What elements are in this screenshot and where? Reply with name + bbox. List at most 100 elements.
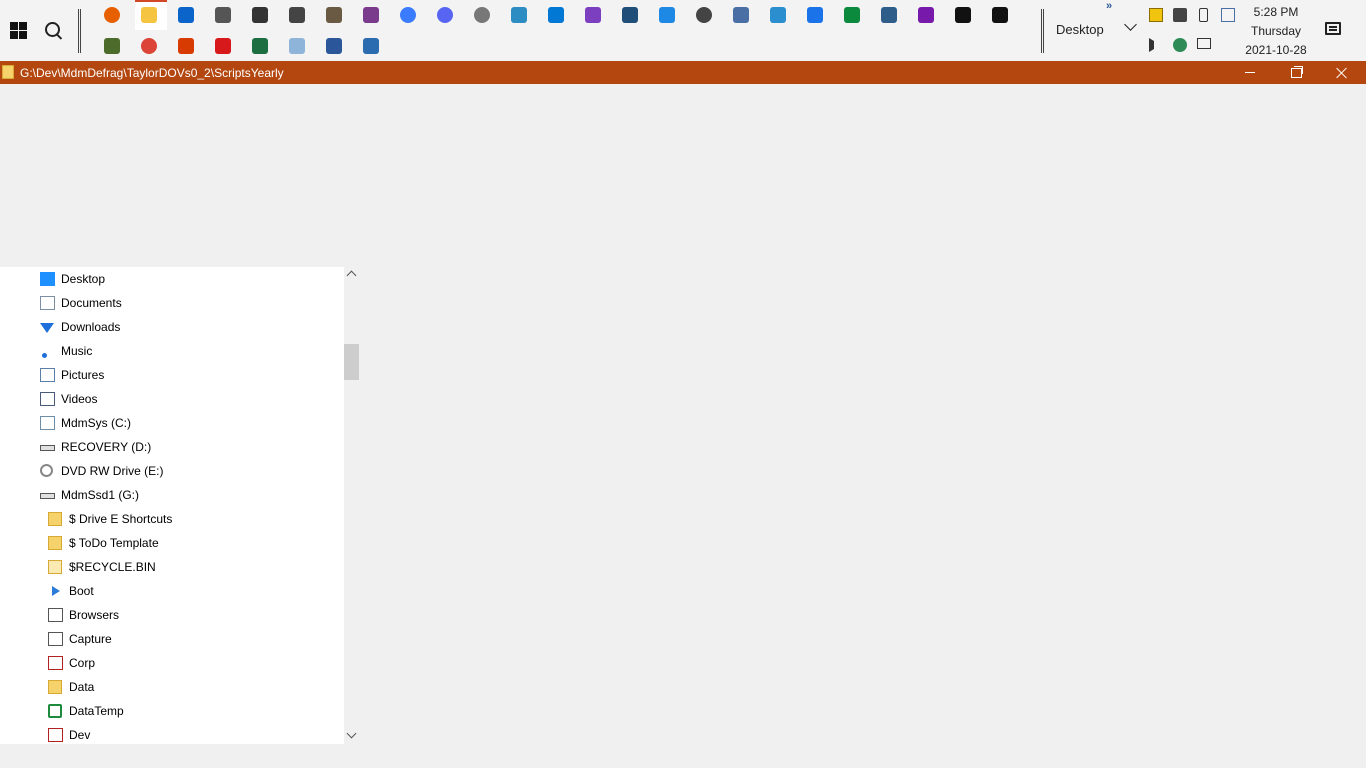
onenote-icon[interactable] bbox=[918, 7, 934, 23]
nav-item[interactable]: Boot bbox=[0, 579, 344, 603]
network-icon[interactable] bbox=[733, 7, 749, 23]
gimp-icon[interactable] bbox=[326, 7, 342, 23]
navigation-scrollbar[interactable] bbox=[344, 267, 359, 744]
scanner-tray-icon[interactable] bbox=[1173, 8, 1187, 22]
clock-app-icon[interactable] bbox=[474, 7, 490, 23]
remote-desktop-icon[interactable] bbox=[881, 7, 897, 23]
nav-item[interactable]: MdmSys (C:) bbox=[0, 411, 344, 435]
music-note-icon bbox=[42, 353, 47, 358]
scroll-down-arrow-icon[interactable] bbox=[346, 728, 357, 739]
nav-item[interactable]: Documents bbox=[0, 291, 344, 315]
clock-day: Thursday bbox=[1250, 24, 1302, 38]
winrar-icon[interactable] bbox=[363, 7, 379, 23]
todo-check-icon[interactable] bbox=[807, 7, 823, 23]
nav-item-label: Downloads bbox=[61, 320, 121, 334]
nav-item[interactable]: DVD RW Drive (E:) bbox=[0, 459, 344, 483]
folder-icon bbox=[48, 680, 62, 694]
nav-item[interactable]: $ Drive E Shortcuts bbox=[0, 507, 344, 531]
volume-icon[interactable] bbox=[1149, 38, 1161, 52]
nav-item[interactable]: Desktop bbox=[0, 267, 344, 291]
nav-item-label: DataTemp bbox=[69, 704, 124, 718]
chevron-down-icon[interactable] bbox=[1124, 18, 1137, 31]
camera-icon[interactable] bbox=[289, 7, 305, 23]
restore-button[interactable] bbox=[1273, 61, 1319, 84]
minimize-button[interactable] bbox=[1227, 61, 1273, 84]
nav-item[interactable]: Dev bbox=[0, 723, 344, 744]
dev-icon bbox=[48, 728, 63, 742]
nav-item[interactable]: Pictures bbox=[0, 363, 344, 387]
drive-icon bbox=[40, 445, 55, 451]
nav-item[interactable]: Capture bbox=[0, 627, 344, 651]
palm-tree-icon[interactable] bbox=[104, 38, 120, 54]
document-icon[interactable] bbox=[363, 38, 379, 54]
navigation-pane[interactable]: Desktop Documents Downloads Music Pictures Vi… bbox=[0, 267, 344, 744]
discord-icon[interactable] bbox=[437, 7, 453, 23]
nav-item[interactable]: DataTemp bbox=[0, 699, 344, 723]
nav-item[interactable]: Videos bbox=[0, 387, 344, 411]
boot-arrow-icon bbox=[52, 586, 60, 596]
nav-item[interactable]: RECOVERY (D:) bbox=[0, 435, 344, 459]
window-title-bar[interactable]: G:\Dev\MdmDefrag\TaylorDOVs0_2\ScriptsYe… bbox=[0, 61, 1366, 84]
nav-item-label: Music bbox=[61, 344, 93, 358]
tiles-icon[interactable] bbox=[659, 7, 675, 23]
excel-icon[interactable] bbox=[252, 38, 268, 54]
nav-item[interactable]: $ ToDo Template bbox=[0, 531, 344, 555]
acrobat-icon[interactable] bbox=[215, 38, 231, 54]
nav-item[interactable]: Music bbox=[0, 339, 344, 363]
dvd-drive-icon bbox=[40, 464, 53, 477]
file-explorer-icon[interactable] bbox=[141, 7, 157, 23]
nav-item[interactable]: Browsers bbox=[0, 603, 344, 627]
outlook-icon[interactable] bbox=[178, 7, 194, 23]
vscode-icon[interactable] bbox=[548, 7, 564, 23]
overflow-chevron-icon[interactable]: » bbox=[1106, 0, 1112, 12]
drive-icon bbox=[40, 493, 55, 499]
close-button[interactable] bbox=[1319, 61, 1365, 84]
nav-item[interactable]: Downloads bbox=[0, 315, 344, 339]
nav-item-label: Data bbox=[69, 680, 95, 694]
scroll-thumb[interactable] bbox=[344, 344, 359, 380]
nav-item-label: Capture bbox=[69, 632, 112, 646]
documents-icon bbox=[40, 296, 55, 310]
cmd-admin-icon[interactable] bbox=[992, 7, 1008, 23]
start-button[interactable] bbox=[0, 0, 36, 61]
satellite-icon[interactable] bbox=[215, 7, 231, 23]
nav-item[interactable]: Corp bbox=[0, 651, 344, 675]
money-icon[interactable] bbox=[844, 7, 860, 23]
nav-item[interactable]: MdmSsd1 (G:) bbox=[0, 483, 344, 507]
nav-item-label: Documents bbox=[61, 296, 122, 310]
action-center-icon[interactable] bbox=[1325, 22, 1341, 35]
paint-icon[interactable] bbox=[511, 7, 527, 23]
scanner-icon[interactable] bbox=[252, 7, 268, 23]
messenger-icon[interactable] bbox=[400, 7, 416, 23]
search-button[interactable] bbox=[36, 0, 72, 61]
word-icon[interactable] bbox=[326, 38, 342, 54]
usb-eject-icon[interactable] bbox=[1199, 8, 1208, 22]
scroll-up-arrow-icon[interactable] bbox=[346, 270, 357, 281]
notepad-icon[interactable] bbox=[289, 38, 305, 54]
toolbar-separator bbox=[1041, 9, 1044, 53]
nav-item-label: Browsers bbox=[69, 608, 120, 622]
nav-item-label: Boot bbox=[69, 584, 94, 598]
cmd-icon[interactable] bbox=[955, 7, 971, 23]
chrome-icon[interactable] bbox=[141, 38, 157, 54]
toolbar-separator bbox=[78, 9, 81, 53]
network-tray-icon[interactable] bbox=[1197, 38, 1211, 49]
close-icon bbox=[1336, 67, 1348, 79]
minimize-icon bbox=[1245, 72, 1255, 73]
folder-faded-icon bbox=[48, 560, 62, 574]
nav-item[interactable]: $RECYCLE.BIN bbox=[0, 555, 344, 579]
journal-icon[interactable] bbox=[622, 7, 638, 23]
desktop-toolbar-label[interactable]: Desktop bbox=[1056, 22, 1104, 37]
videos-film-icon bbox=[40, 392, 55, 406]
visual-studio-icon[interactable] bbox=[585, 7, 601, 23]
winrar-tray-icon[interactable] bbox=[1149, 8, 1163, 22]
green-tray-icon[interactable] bbox=[1173, 38, 1187, 52]
nav-item-label: DVD RW Drive (E:) bbox=[61, 464, 164, 478]
office-icon[interactable] bbox=[178, 38, 194, 54]
nav-item-label: Desktop bbox=[61, 272, 106, 286]
datatemp-arrow-icon bbox=[48, 704, 62, 718]
firefox-icon[interactable] bbox=[104, 7, 120, 23]
nav-item[interactable]: Data bbox=[0, 675, 344, 699]
display-icon[interactable] bbox=[770, 7, 786, 23]
settings-gear-icon[interactable] bbox=[696, 7, 712, 23]
